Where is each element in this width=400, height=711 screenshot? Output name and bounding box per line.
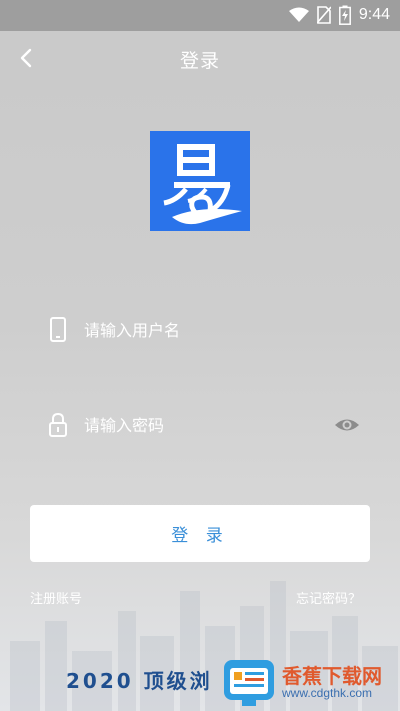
password-visibility-toggle[interactable] [334, 414, 360, 436]
login-screen: 9:44 登录 请输入用户名 登 录 注册账号 忘记密码？ 2020 顶级浏 香… [0, 0, 400, 711]
header: 登录 [0, 31, 400, 85]
phone-icon [50, 317, 66, 342]
wifi-icon [288, 7, 309, 22]
app-logo [150, 131, 250, 231]
slogan-text: 2020 顶级浏 [66, 669, 213, 693]
watermark-url: www.cdgthk.com [282, 686, 373, 700]
username-row [46, 315, 366, 345]
watermark-logo-icon [224, 660, 274, 706]
app-logo-glyph [163, 144, 242, 225]
status-time: 9:44 [358, 6, 390, 23]
status-bar: 9:44 [0, 0, 400, 31]
password-row [46, 410, 366, 440]
username-input[interactable] [84, 315, 344, 345]
page-title: 登录 [179, 50, 220, 72]
eye-icon [335, 419, 359, 431]
no-sim-icon [316, 6, 331, 24]
lock-icon [49, 412, 67, 437]
battery-charging-icon [338, 5, 351, 25]
password-input[interactable] [84, 410, 344, 440]
watermark-title: 香蕉下载网 [282, 664, 382, 688]
site-watermark: 香蕉下载网 www.cdgthk.com [222, 656, 397, 708]
status-icons: 9:44 [288, 5, 390, 25]
